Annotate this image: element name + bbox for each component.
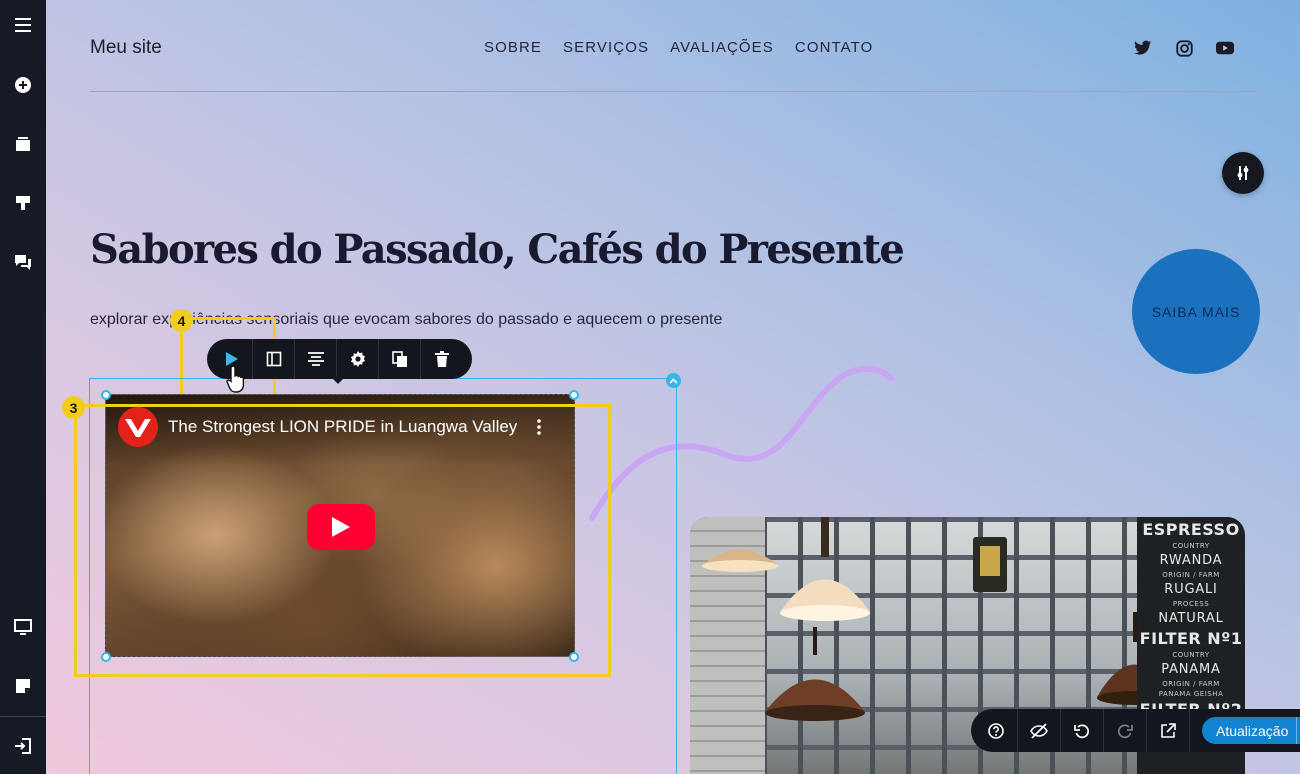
pages-icon xyxy=(16,137,30,151)
align-icon xyxy=(307,352,324,366)
saiba-mais-button[interactable]: SAIBA MAIS xyxy=(1132,249,1260,374)
site-canvas: Meu site SOBRE SERVIÇOS AVALIAÇÕES CONTA… xyxy=(46,0,1300,774)
comments-icon xyxy=(15,255,31,270)
sliders-icon xyxy=(1237,166,1249,180)
board-line: COUNTRY xyxy=(1172,651,1210,659)
pages-button[interactable] xyxy=(0,124,46,164)
add-button[interactable] xyxy=(0,65,46,105)
board-line: PANAMA GEISHA xyxy=(1158,690,1224,698)
undo-icon xyxy=(1074,724,1089,738)
twitter-icon[interactable] xyxy=(1134,39,1152,57)
nav-link-servicos[interactable]: SERVIÇOS xyxy=(563,39,649,56)
nav-link-avaliacoes[interactable]: AVALIAÇÕES xyxy=(670,39,774,56)
redo-icon xyxy=(1118,724,1133,738)
undo-button[interactable] xyxy=(1061,709,1104,752)
exit-icon xyxy=(15,738,31,754)
board-line: FILTER Nº1 xyxy=(1139,629,1243,648)
notes-icon xyxy=(16,679,30,693)
external-link-button[interactable] xyxy=(1147,709,1190,752)
delete-icon xyxy=(435,351,449,367)
wall-lantern xyxy=(973,537,1007,592)
nav-link-sobre[interactable]: SOBRE xyxy=(484,39,542,56)
social-links xyxy=(1134,39,1234,57)
crop-icon xyxy=(266,351,281,367)
notes-button[interactable] xyxy=(0,666,46,706)
toolbar-duplicate-button[interactable] xyxy=(379,339,421,379)
saiba-mais-label: SAIBA MAIS xyxy=(1151,303,1241,320)
resize-handle-top-right[interactable] xyxy=(569,390,579,400)
board-line: RWANDA xyxy=(1159,553,1223,568)
toolbar-align-button[interactable] xyxy=(295,339,337,379)
desktop-preview-icon xyxy=(14,619,32,635)
update-button[interactable]: Atualização xyxy=(1202,717,1300,744)
board-line: ESPRESSO xyxy=(1142,520,1240,539)
editor-control-bar: Atualização xyxy=(971,709,1300,752)
highlight-video-step xyxy=(74,404,611,677)
board-line: NATURAL xyxy=(1158,611,1224,626)
sidebar-divider xyxy=(0,716,46,717)
update-options-button[interactable] xyxy=(1296,717,1300,744)
editor-sidebar xyxy=(0,0,46,774)
step-badge-4: 4 xyxy=(170,309,193,332)
desktop-preview-button[interactable] xyxy=(0,607,46,647)
chevron-up-icon xyxy=(669,377,678,384)
board-line: COUNTRY xyxy=(1172,542,1210,550)
toolbar-crop-button[interactable] xyxy=(253,339,295,379)
board-line: ORIGIN / FARM xyxy=(1162,571,1220,579)
hero-title[interactable]: Sabores do Passado, Cafés do Presente xyxy=(90,226,905,273)
collapse-handle[interactable] xyxy=(666,373,681,388)
site-title[interactable]: Meu site xyxy=(90,37,162,59)
nav-link-contato[interactable]: CONTATO xyxy=(795,39,874,56)
settings-icon xyxy=(350,351,365,367)
menu-button[interactable] xyxy=(0,5,46,45)
youtube-icon[interactable] xyxy=(1216,39,1234,57)
toolbar-delete-button[interactable] xyxy=(421,339,463,379)
hand-cursor-icon xyxy=(226,365,245,393)
hide-icon xyxy=(1030,722,1048,739)
comments-button[interactable] xyxy=(0,242,46,282)
help-button[interactable] xyxy=(975,709,1018,752)
design-button[interactable] xyxy=(0,183,46,223)
step-badge-3: 3 xyxy=(62,396,85,419)
exit-button[interactable] xyxy=(0,726,46,766)
design-icon xyxy=(16,196,30,210)
lamp-left xyxy=(702,550,778,572)
board-line: RUGALI xyxy=(1164,582,1218,597)
main-nav: SOBRE SERVIÇOS AVALIAÇÕES CONTATO xyxy=(484,39,873,56)
hide-button[interactable] xyxy=(1018,709,1061,752)
board-line: PANAMA xyxy=(1161,662,1221,677)
add-icon xyxy=(15,77,31,93)
menu-icon xyxy=(15,18,31,32)
external-link-icon xyxy=(1161,722,1176,738)
section-settings-button[interactable] xyxy=(1222,152,1264,194)
board-line: ORIGIN / FARM xyxy=(1162,680,1220,688)
redo-button[interactable] xyxy=(1104,709,1147,752)
update-label: Atualização xyxy=(1216,722,1289,739)
instagram-icon[interactable] xyxy=(1175,39,1193,57)
resize-handle-top-left[interactable] xyxy=(101,390,111,400)
help-icon xyxy=(988,722,1004,739)
toolbar-settings-button[interactable] xyxy=(337,339,379,379)
lamp-copper-1 xyxy=(765,627,865,721)
duplicate-icon xyxy=(391,350,407,367)
header-divider xyxy=(90,91,1260,92)
lamp-center xyxy=(780,517,870,621)
board-line: PROCESS xyxy=(1172,600,1210,608)
